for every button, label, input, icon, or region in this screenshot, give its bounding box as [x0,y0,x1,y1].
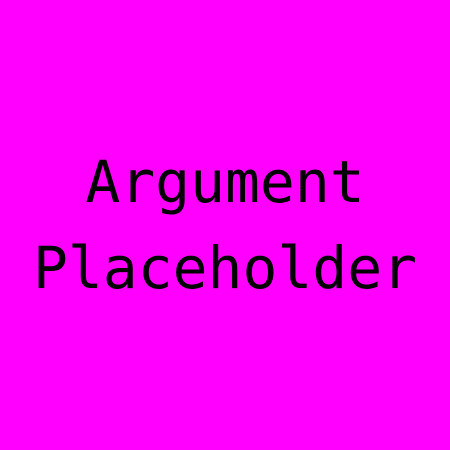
placeholder-text-line-2: Placeholder [32,234,418,302]
placeholder-canvas: Argument Placeholder [0,0,450,450]
placeholder-text-line-1: Argument [85,148,365,216]
